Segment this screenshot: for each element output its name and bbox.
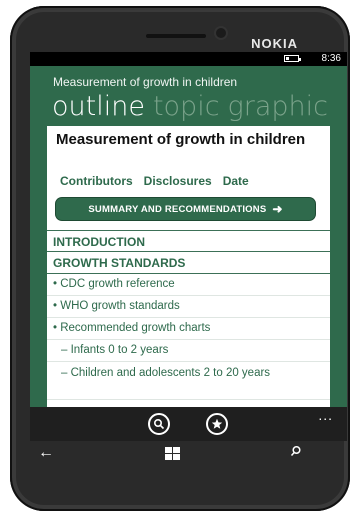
list-item-label: • CDC growth reference bbox=[53, 278, 175, 290]
list-item-label: • Recommended growth charts bbox=[53, 322, 211, 334]
section-growth-standards[interactable]: GROWTH STANDARDS bbox=[47, 253, 330, 273]
search-icon[interactable] bbox=[148, 413, 170, 435]
section-label: INTRODUCTION bbox=[53, 235, 145, 249]
contributors-link[interactable]: Contributors bbox=[60, 174, 133, 188]
more-options-button[interactable]: ... bbox=[318, 407, 333, 423]
clock: 8:36 bbox=[321, 53, 341, 64]
back-arrow-icon[interactable]: ← bbox=[38, 444, 54, 462]
arrow-right-icon: ➜ bbox=[272, 202, 283, 216]
front-camera bbox=[216, 28, 226, 38]
battery-level bbox=[286, 57, 289, 60]
brand-logo: NOKIA bbox=[251, 36, 298, 51]
list-item-label: • WHO growth standards bbox=[53, 300, 180, 312]
divider bbox=[47, 251, 330, 252]
application-bar: ... bbox=[30, 407, 347, 441]
list-item[interactable]: – Children and adolescents 2 to 20 years bbox=[47, 362, 330, 400]
summary-button-label: SUMMARY AND RECOMMENDATIONS bbox=[88, 203, 267, 215]
windows-start-icon[interactable] bbox=[165, 447, 181, 460]
date-link[interactable]: Date bbox=[223, 174, 249, 188]
disclosures-link[interactable]: Disclosures bbox=[144, 174, 212, 188]
app-header: Measurement of growth in children outlin… bbox=[30, 66, 347, 122]
topic-links: Contributors Disclosures Date bbox=[60, 174, 260, 188]
row-divider bbox=[47, 399, 330, 400]
search-icon[interactable] bbox=[290, 445, 302, 460]
section-introduction[interactable]: INTRODUCTION bbox=[47, 232, 330, 252]
favorite-icon[interactable] bbox=[206, 413, 228, 435]
pivot-tabs: outline topic graphic bbox=[52, 91, 336, 122]
tab-outline[interactable]: outline bbox=[52, 91, 145, 122]
phone-screen: 8:36 Measurement of growth in children o… bbox=[30, 52, 347, 414]
outline-panel: Measurement of growth in children Contri… bbox=[47, 126, 330, 414]
list-item-label: – Children and adolescents 2 to 20 years bbox=[61, 367, 271, 379]
section-label: GROWTH STANDARDS bbox=[53, 256, 186, 270]
divider bbox=[47, 230, 330, 231]
tab-graphic[interactable]: graphic bbox=[228, 91, 328, 122]
list-item[interactable]: – Infants 0 to 2 years bbox=[47, 340, 330, 362]
list-item[interactable]: • Recommended growth charts bbox=[47, 318, 330, 340]
page-title: Measurement of growth in children bbox=[56, 131, 306, 148]
app-title: Measurement of growth in children bbox=[53, 75, 238, 89]
list-item-label: – Infants 0 to 2 years bbox=[61, 344, 169, 356]
tab-topic[interactable]: topic bbox=[153, 91, 220, 122]
list-item[interactable]: • WHO growth standards bbox=[47, 296, 330, 318]
speaker-grille bbox=[146, 34, 206, 38]
summary-recommendations-button[interactable]: SUMMARY AND RECOMMENDATIONS ➜ bbox=[56, 198, 315, 220]
list-item[interactable]: • CDC growth reference bbox=[47, 274, 330, 296]
battery-icon bbox=[284, 55, 301, 62]
navigation-bar: ← bbox=[28, 442, 328, 468]
status-bar: 8:36 bbox=[30, 52, 347, 66]
